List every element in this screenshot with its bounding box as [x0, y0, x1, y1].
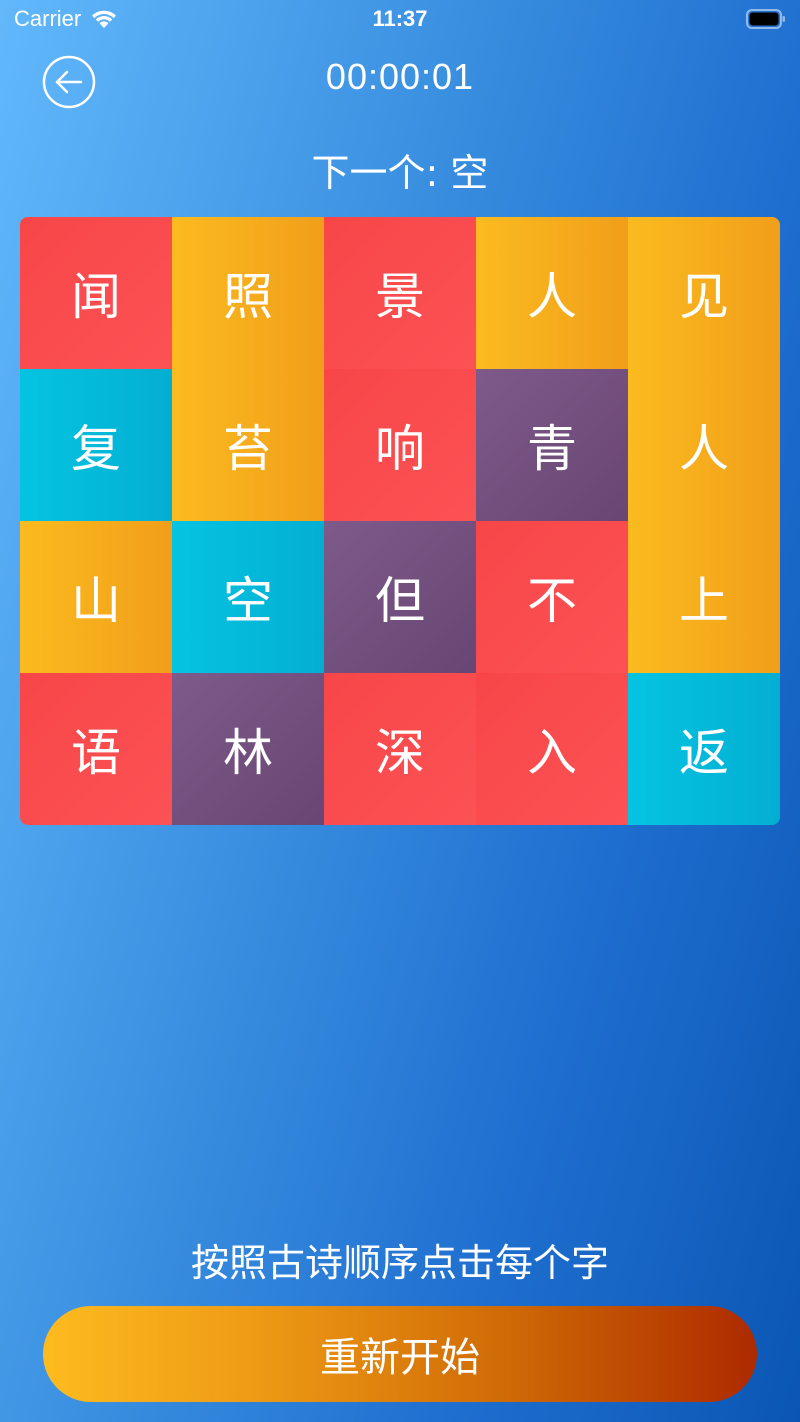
character-tile[interactable]: 返	[628, 673, 780, 825]
character-tile[interactable]: 响	[324, 369, 476, 521]
status-time: 11:37	[372, 6, 428, 31]
character-tile[interactable]: 深	[324, 673, 476, 825]
character-tile[interactable]: 闻	[20, 217, 172, 369]
character-tile[interactable]: 山	[20, 521, 172, 673]
character-tile[interactable]: 不	[476, 521, 628, 673]
character-tile[interactable]: 照	[172, 217, 324, 369]
character-tile[interactable]: 见	[628, 217, 780, 369]
status-bar: Carrier 11:37	[0, 0, 800, 40]
character-tile[interactable]: 空	[172, 521, 324, 673]
character-tile[interactable]: 人	[476, 217, 628, 369]
next-character-hint: 下一个: 空	[311, 151, 489, 195]
character-tile[interactable]: 上	[628, 521, 780, 673]
restart-button[interactable]: 重新开始	[43, 1306, 757, 1402]
instruction-text: 按照古诗顺序点击每个字	[190, 1241, 609, 1285]
character-tile[interactable]: 语	[20, 673, 172, 825]
elapsed-timer: 00:00:01	[325, 56, 475, 97]
character-tile[interactable]: 景	[324, 217, 476, 369]
character-tile[interactable]: 人	[628, 369, 780, 521]
character-tile[interactable]: 苔	[172, 369, 324, 521]
character-tile[interactable]: 青	[476, 369, 628, 521]
character-tile[interactable]: 复	[20, 369, 172, 521]
character-board: 闻照景人见复苔响青人山空但不上语林深入返	[20, 217, 780, 825]
character-tile[interactable]: 林	[172, 673, 324, 825]
character-tile[interactable]: 入	[476, 673, 628, 825]
battery-icon	[746, 9, 785, 29]
character-tile[interactable]: 但	[324, 521, 476, 673]
